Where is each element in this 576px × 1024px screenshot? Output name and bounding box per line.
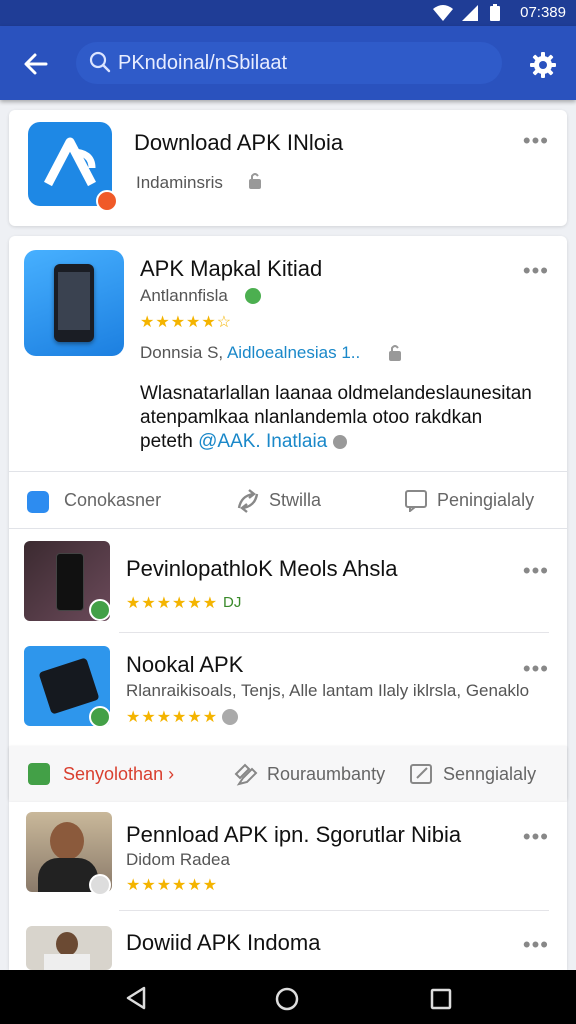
- action-bar: Conokasner Stwilla Peningialaly: [9, 471, 567, 529]
- app-card-featured[interactable]: APK Mapkal Kitiad Antlannfisla ★★★★★☆ Do…: [9, 236, 567, 802]
- more-options-icon[interactable]: •••: [523, 128, 549, 154]
- desc-line: Wlasnatarlallan laanaa oldmelandeslaunes…: [140, 383, 532, 404]
- desc-line: atenpamlkaa nlanlandemla otoo rakdkan: [140, 407, 483, 428]
- verified-icon: [245, 288, 261, 304]
- verified-badge-icon: [89, 599, 111, 621]
- divider: [119, 632, 549, 633]
- app-developer: Indaminsris: [136, 173, 223, 192]
- settings-gear-icon[interactable]: [528, 50, 558, 80]
- lock-icon: [389, 345, 401, 361]
- rating-stars: ★★★★★☆: [140, 314, 233, 331]
- clock: 07:389: [520, 4, 566, 21]
- action-item-1[interactable]: Senyolothan ›: [63, 764, 174, 785]
- app-title: Dowiid APK Indoma: [126, 930, 321, 955]
- app-small-icon: [27, 491, 49, 513]
- signal-icon: [462, 5, 478, 21]
- rating-stars: ★★★★★★: [126, 595, 219, 612]
- avatar-badge-icon: [89, 874, 111, 896]
- chat-icon[interactable]: [233, 762, 259, 788]
- search-field[interactable]: PKndoinal/nSbilaat: [76, 42, 502, 84]
- app-title: Pennload APK ipn. Sgorutlar Nibia: [126, 822, 462, 847]
- app-title: PevinlopathloK Meols Ahsla: [126, 556, 398, 581]
- action-bar-2: Senyolothan › Rouraumbanty Senngialaly: [9, 746, 567, 802]
- more-options-icon[interactable]: •••: [523, 558, 549, 584]
- desc-link[interactable]: @AAK. Inatlaia: [198, 431, 327, 452]
- action-item-1[interactable]: Conokasner: [64, 490, 161, 511]
- status-bar: 07:389: [0, 0, 576, 26]
- wifi-icon: [433, 5, 453, 21]
- meta-category: Donnsia S,: [140, 343, 224, 362]
- action-item-2[interactable]: Rouraumbanty: [267, 764, 385, 785]
- app-description: Wlasnatarlallan laanaa oldmelandeslaunes…: [140, 382, 532, 454]
- search-icon: [89, 51, 111, 73]
- app-publisher: Antlannfisla: [140, 286, 228, 305]
- more-options-icon[interactable]: •••: [523, 824, 549, 850]
- app-list-bottom: Pennload APK ipn. Sgorutlar Nibia Didom …: [9, 802, 567, 970]
- rating-stars: ★★★★★★: [126, 709, 219, 726]
- app-title: APK Mapkal Kitiad: [140, 256, 323, 281]
- lock-icon: [249, 173, 261, 189]
- check-icon: [28, 763, 50, 785]
- edit-icon[interactable]: [409, 762, 433, 786]
- app-card-download-apk[interactable]: Download APK INloia Indaminsris •••: [9, 110, 567, 226]
- rating-stars: ★★★★★★: [126, 877, 219, 894]
- app-thumbnail-person: [26, 926, 112, 970]
- comment-icon[interactable]: [404, 488, 428, 512]
- info-icon: [222, 709, 238, 725]
- home-circle-icon[interactable]: [274, 986, 300, 1012]
- verified-badge-icon: [89, 706, 111, 728]
- system-nav-bar: [0, 970, 576, 1024]
- share-icon[interactable]: [235, 488, 261, 514]
- more-options-icon[interactable]: •••: [523, 932, 549, 958]
- app-meta: Donnsia S, Aidloealnesias 1..: [140, 343, 360, 363]
- rating-extra: DJ: [223, 594, 242, 611]
- back-triangle-icon[interactable]: [124, 986, 148, 1010]
- battery-icon: [490, 4, 500, 21]
- app-subtitle: Didom Radea: [126, 850, 230, 869]
- action-item-3[interactable]: Peningialaly: [437, 490, 534, 511]
- back-arrow-icon[interactable]: [20, 48, 52, 80]
- app-bar: PKndoinal/nSbilaat: [0, 26, 576, 100]
- action-item-2[interactable]: Stwilla: [269, 490, 321, 511]
- desc-prefix: peteth: [140, 431, 199, 452]
- more-options-icon[interactable]: •••: [523, 258, 549, 284]
- divider: [119, 910, 549, 911]
- info-icon: [332, 434, 347, 449]
- app-subtitle: Rlanraikisoals, Tenjs, Alle lantam Ilaly…: [126, 681, 530, 700]
- more-options-icon[interactable]: •••: [523, 656, 549, 682]
- app-badge-icon: [96, 190, 118, 212]
- meta-link[interactable]: Aidloealnesias 1..: [227, 343, 360, 362]
- recents-square-icon[interactable]: [430, 988, 452, 1010]
- desc-line: peteth @AAK. Inatlaia: [140, 430, 532, 454]
- app-title: Nookal APK: [126, 652, 244, 677]
- app-icon-phone: [24, 250, 124, 356]
- search-input[interactable]: PKndoinal/nSbilaat: [118, 52, 287, 75]
- app-title: Download APK INloia: [134, 130, 344, 155]
- action-item-3[interactable]: Senngialaly: [443, 764, 536, 785]
